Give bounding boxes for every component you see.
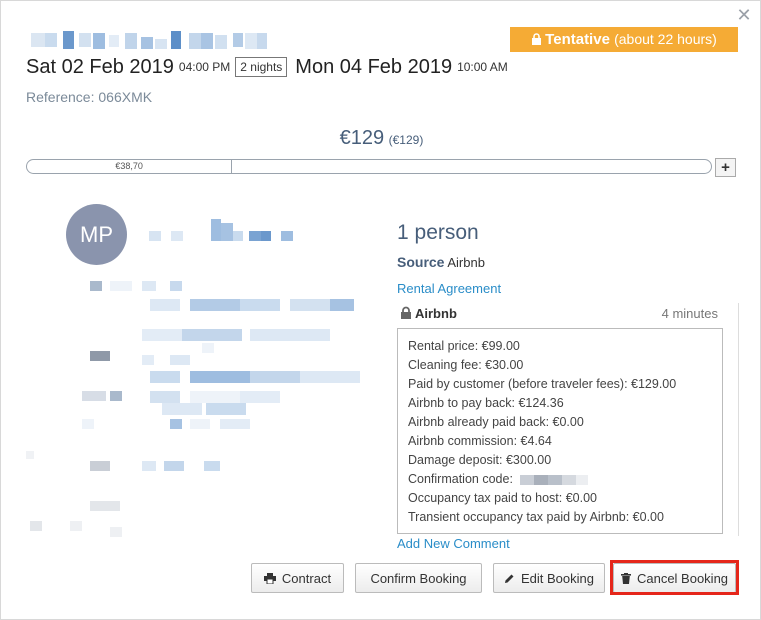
cancel-label: Cancel Booking bbox=[636, 570, 729, 586]
comment-line: Paid by customer (before traveler fees):… bbox=[408, 377, 677, 391]
close-icon[interactable]: ✕ bbox=[734, 5, 754, 25]
guest-count: 1 person bbox=[397, 221, 479, 244]
redacted-property-name bbox=[31, 31, 271, 51]
comment-line: Airbnb already paid back: €0.00 bbox=[408, 415, 584, 429]
payment-progress-bar: €38,70 bbox=[26, 159, 712, 174]
price-detail: (€129) bbox=[388, 133, 424, 147]
comment-header: Airbnb 4 minutes bbox=[397, 303, 723, 323]
confirm-booking-button[interactable]: Confirm Booking bbox=[355, 563, 482, 593]
pencil-icon bbox=[505, 574, 514, 583]
source-value: Airbnb bbox=[447, 255, 485, 270]
contract-label: Contract bbox=[281, 570, 332, 586]
rental-agreement-link[interactable]: Rental Agreement bbox=[397, 281, 501, 296]
edit-booking-button[interactable]: Edit Booking bbox=[493, 563, 605, 593]
comment-time: 4 minutes bbox=[661, 306, 718, 321]
status-detail: (about 22 hours) bbox=[614, 31, 717, 47]
print-icon bbox=[263, 572, 276, 584]
checkin-date: Sat 02 Feb 2019 bbox=[26, 55, 174, 78]
source-label: Source bbox=[397, 254, 445, 270]
booking-price: €129 (€129) bbox=[1, 127, 761, 150]
payment-segment: €38,70 bbox=[27, 160, 233, 173]
comments-panel: Airbnb 4 minutes Rental price: €99.00 Cl… bbox=[397, 303, 739, 536]
contract-button[interactable]: Contract bbox=[251, 563, 344, 593]
lock-icon bbox=[532, 33, 542, 45]
checkout-time: 10:00 AM bbox=[457, 60, 508, 74]
redacted-guest-name bbox=[149, 219, 299, 243]
confirmation-code-row: Confirmation code: bbox=[408, 470, 712, 489]
price-amount: €129 bbox=[339, 127, 385, 149]
lock-icon bbox=[401, 306, 411, 319]
comment-line: Rental price: €99.00 bbox=[408, 339, 520, 353]
status-badge: Tentative (about 22 hours) bbox=[510, 27, 738, 52]
comment-line: Airbnb to pay back: €124.36 bbox=[408, 396, 564, 410]
booking-dates: Sat 02 Feb 2019 04:00 PM 2 nights Mon 04… bbox=[26, 54, 513, 80]
comment-line: Occupancy tax paid to host: €0.00 bbox=[408, 491, 598, 505]
comment-line: Confirmation code: bbox=[408, 472, 513, 486]
comment-author: Airbnb bbox=[415, 306, 457, 321]
comment-line: Airbnb commission: €4.64 bbox=[408, 434, 552, 448]
redacted-guest-details bbox=[26, 279, 376, 541]
edit-label: Edit Booking bbox=[521, 570, 594, 586]
comment-body: Rental price: €99.00 Cleaning fee: €30.0… bbox=[397, 328, 723, 534]
nights-count: 2 nights bbox=[235, 57, 288, 77]
add-comment-link[interactable]: Add New Comment bbox=[397, 536, 510, 551]
plus-icon[interactable]: + bbox=[715, 158, 736, 177]
booking-modal: ✕ Tentative (about 22 hours) Sat 02 Feb … bbox=[0, 0, 761, 620]
checkin-time: 04:00 PM bbox=[178, 60, 231, 74]
booking-source: Source Airbnb bbox=[397, 254, 485, 270]
redacted-confirmation-code bbox=[520, 474, 590, 485]
trash-icon bbox=[620, 572, 631, 584]
avatar: MP bbox=[66, 204, 127, 265]
comment-line: Damage deposit: €300.00 bbox=[408, 453, 552, 467]
comment-line: Cleaning fee: €30.00 bbox=[408, 358, 524, 372]
confirm-label: Confirm Booking bbox=[370, 570, 467, 586]
status-label: Tentative bbox=[545, 31, 610, 48]
checkout-date: Mon 04 Feb 2019 bbox=[295, 55, 453, 78]
comment-line: Transient occupancy tax paid by Airbnb: … bbox=[408, 510, 664, 524]
cancel-booking-button[interactable]: Cancel Booking bbox=[613, 563, 736, 593]
booking-reference: Reference: 066XMK bbox=[26, 89, 153, 105]
